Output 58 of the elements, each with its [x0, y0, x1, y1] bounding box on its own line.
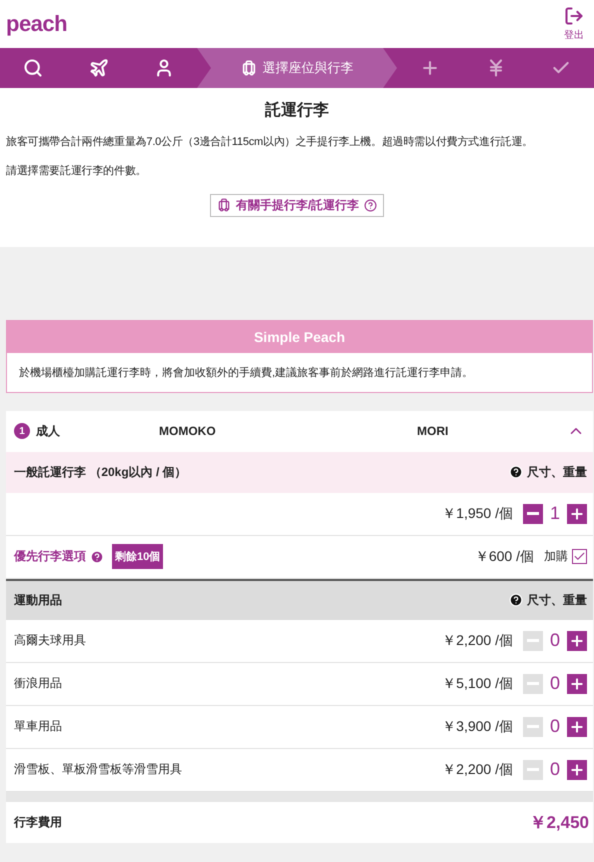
total-label: 行李費用 — [14, 814, 62, 831]
price-text: ￥600 /個 — [474, 548, 534, 566]
help-icon[interactable] — [90, 550, 104, 564]
group-title: 一般託運行李 （20kg以內 / 個） — [14, 464, 187, 481]
notice-title: Simple Peach — [7, 320, 592, 353]
plus-icon — [569, 718, 585, 735]
logo: peach — [6, 11, 68, 37]
passenger-type: 成人 — [36, 422, 61, 440]
suitcase-icon — [240, 60, 257, 76]
first-name: MOMOKO — [159, 424, 217, 438]
option-name: 優先行李選項 — [14, 548, 86, 566]
notice-text: 於機場櫃檯加購託運行李時，將會加收額外的手續費,建議旅客事前於網路進行託運行李申請。 — [18, 366, 474, 381]
plus-button[interactable] — [567, 630, 587, 651]
plus-icon — [569, 632, 585, 649]
info-text: 請選擇需要託運行李的件數。 — [6, 164, 148, 180]
item-name: 單車用品 — [14, 719, 62, 734]
group-title: 運動用品 — [14, 592, 62, 609]
help-icon — [509, 593, 523, 608]
item-name: 滑雪板、單板滑雪板等滑雪用具 — [14, 762, 182, 776]
minus-button[interactable] — [523, 504, 543, 524]
price-text: ￥3,900 /個 — [442, 718, 513, 736]
plus-icon — [569, 506, 585, 522]
step-tab[interactable]: 選擇座位與行李 — [197, 48, 398, 88]
passenger-number: 1 — [14, 423, 30, 440]
price-text: ￥1,950 /個 — [442, 504, 513, 523]
plus-button[interactable] — [567, 760, 587, 780]
plus-icon — [569, 676, 585, 692]
price-text: ￥2,200 /個 — [442, 760, 513, 779]
checkbox[interactable] — [572, 549, 587, 564]
suitcase-icon — [216, 198, 231, 212]
plus-button[interactable] — [567, 674, 587, 694]
plus-button[interactable] — [567, 716, 587, 737]
plus-icon — [569, 762, 585, 778]
quantity-text: 1 — [548, 503, 561, 524]
checkbox-label: 加購 — [544, 548, 568, 566]
last-name: MORI — [417, 424, 450, 438]
item-name: 衝浪用品 — [14, 676, 62, 690]
section-title: 託運行李 — [264, 100, 330, 121]
help-icon — [509, 465, 523, 480]
search-icon — [22, 58, 43, 78]
logout-button[interactable]: 登出 — [564, 6, 584, 42]
info-text: 旅客可攜帶合計兩件總重量為7.0公斤（3邊合計115cm以內）之手提行李上機。超過時需以付費方式進行託運。 — [6, 135, 534, 150]
size-weight-link[interactable]: 尺寸、重量 — [509, 592, 587, 609]
help-icon — [364, 198, 378, 212]
quantity-text: 0 — [548, 673, 561, 694]
baggage-info-link[interactable]: 有關手提行李/託運行李 — [210, 194, 384, 217]
plane-icon — [88, 58, 108, 78]
price-text: ￥5,100 /個 — [442, 674, 513, 693]
quantity-text: 0 — [548, 716, 561, 738]
size-weight-link[interactable]: 尺寸、重量 — [509, 464, 587, 481]
minus-icon — [527, 512, 539, 516]
total-amount: ￥2,450 — [529, 812, 589, 834]
quantity-text: 0 — [548, 759, 561, 780]
plus-button[interactable] — [567, 504, 587, 524]
item-name: 高爾夫球用具 — [14, 633, 86, 648]
price-text: ￥2,200 /個 — [442, 632, 513, 650]
quantity-text: 0 — [548, 630, 561, 652]
remaining-badge: 剩餘10個 — [112, 544, 164, 570]
